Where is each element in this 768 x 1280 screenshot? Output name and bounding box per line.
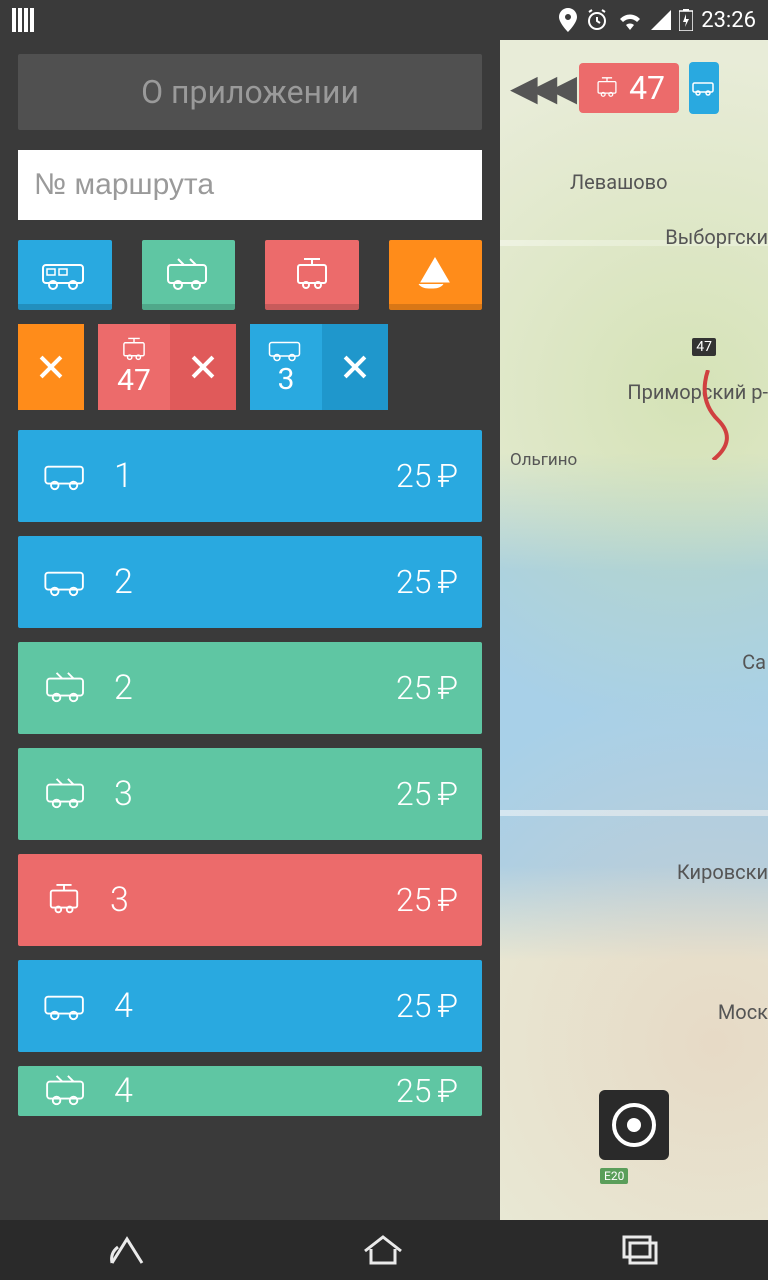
ruble-icon: ₽ bbox=[437, 457, 458, 495]
locate-button[interactable] bbox=[599, 1090, 669, 1160]
bus-icon bbox=[42, 991, 90, 1021]
route-number: 2 bbox=[114, 562, 133, 602]
route-number: 3 bbox=[110, 880, 129, 920]
route-price: 25 bbox=[396, 1072, 432, 1110]
tram-icon bbox=[42, 883, 86, 917]
route-list: 1 25₽ 2 25₽ 2 25₽ bbox=[18, 430, 482, 1116]
map-route-marker: 47 bbox=[692, 338, 716, 356]
trolley-icon bbox=[42, 1074, 90, 1108]
wifi-icon bbox=[617, 10, 643, 30]
clear-all-button[interactable] bbox=[18, 324, 84, 410]
boat-icon bbox=[415, 256, 455, 294]
ruble-icon: ₽ bbox=[437, 1072, 458, 1110]
transport-filter-row bbox=[18, 240, 482, 310]
route-number: 4 bbox=[114, 986, 133, 1026]
trolley-icon bbox=[42, 671, 90, 705]
route-price: 25 bbox=[396, 775, 432, 813]
remove-route-button[interactable] bbox=[170, 324, 236, 410]
nav-back-button[interactable] bbox=[108, 1233, 146, 1267]
route-search-input[interactable] bbox=[18, 150, 482, 220]
trolley-icon bbox=[164, 257, 212, 293]
selected-route-47[interactable]: 47 bbox=[98, 324, 236, 410]
ruble-icon: ₽ bbox=[437, 669, 458, 707]
menu-icon[interactable] bbox=[12, 8, 34, 32]
route-number: 3 bbox=[114, 774, 133, 814]
route-price: 25 bbox=[396, 563, 432, 601]
map-road-badge: E20 bbox=[600, 1168, 628, 1184]
filter-bus[interactable] bbox=[18, 240, 112, 310]
bus-icon bbox=[42, 461, 90, 491]
route-number: 4 bbox=[114, 1071, 133, 1111]
nav-recent-button[interactable] bbox=[620, 1233, 660, 1267]
route-item[interactable]: 3 25₽ bbox=[18, 854, 482, 946]
about-button[interactable]: О приложении bbox=[18, 54, 482, 130]
route-price: 25 bbox=[396, 987, 432, 1025]
filter-boat[interactable] bbox=[389, 240, 483, 310]
map-label: Кировски bbox=[677, 860, 768, 884]
route-item[interactable]: 2 25₽ bbox=[18, 536, 482, 628]
trolley-icon bbox=[42, 777, 90, 811]
map-label: Выборгски bbox=[665, 225, 768, 249]
map-label: Моск bbox=[718, 1000, 768, 1024]
signal-icon bbox=[651, 10, 671, 30]
selected-route-3[interactable]: 3 bbox=[250, 324, 388, 410]
route-price: 25 bbox=[396, 881, 432, 919]
route-number: 1 bbox=[114, 456, 133, 496]
map[interactable]: ◀◀◀ 47 Левашово Выборгски Приморский р- … bbox=[500, 40, 768, 1220]
remove-route-button[interactable] bbox=[322, 324, 388, 410]
route-item[interactable]: 1 25₽ bbox=[18, 430, 482, 522]
route-line bbox=[668, 370, 748, 460]
bus-icon bbox=[41, 259, 89, 291]
ruble-icon: ₽ bbox=[437, 775, 458, 813]
bus-icon bbox=[266, 338, 306, 362]
selected-route-number: 47 bbox=[117, 363, 151, 398]
route-item[interactable]: 4 25₽ bbox=[18, 960, 482, 1052]
nav-home-button[interactable] bbox=[361, 1233, 405, 1267]
selected-routes-row: 47 3 bbox=[18, 324, 482, 410]
route-item[interactable]: 4 25₽ bbox=[18, 1066, 482, 1116]
location-icon bbox=[559, 8, 577, 32]
route-price: 25 bbox=[396, 457, 432, 495]
sidebar: О приложении bbox=[0, 40, 500, 1220]
close-icon bbox=[37, 353, 65, 381]
ruble-icon: ₽ bbox=[437, 987, 458, 1025]
close-icon bbox=[189, 353, 217, 381]
route-price: 25 bbox=[396, 669, 432, 707]
filter-trolley[interactable] bbox=[142, 240, 236, 310]
filter-tram[interactable] bbox=[265, 240, 359, 310]
route-item[interactable]: 2 25₽ bbox=[18, 642, 482, 734]
android-nav-bar bbox=[0, 1220, 768, 1280]
status-bar: 23:26 bbox=[0, 0, 768, 40]
route-item[interactable]: 3 25₽ bbox=[18, 748, 482, 840]
map-label: Ольгино bbox=[510, 450, 577, 470]
ruble-icon: ₽ bbox=[437, 881, 458, 919]
selected-route-number: 3 bbox=[278, 362, 295, 397]
route-number: 2 bbox=[114, 668, 133, 708]
status-time: 23:26 bbox=[701, 8, 756, 33]
tram-icon bbox=[116, 337, 152, 363]
map-label: Са bbox=[742, 650, 766, 674]
about-label: О приложении bbox=[141, 73, 359, 111]
battery-icon bbox=[679, 9, 693, 31]
close-icon bbox=[341, 353, 369, 381]
map-label: Левашово bbox=[570, 170, 668, 194]
alarm-icon bbox=[585, 8, 609, 32]
map-labels: Левашово Выборгски Приморский р- Ольгино… bbox=[500, 40, 768, 1220]
tram-icon bbox=[290, 257, 334, 293]
ruble-icon: ₽ bbox=[437, 563, 458, 601]
bus-icon bbox=[42, 567, 90, 597]
